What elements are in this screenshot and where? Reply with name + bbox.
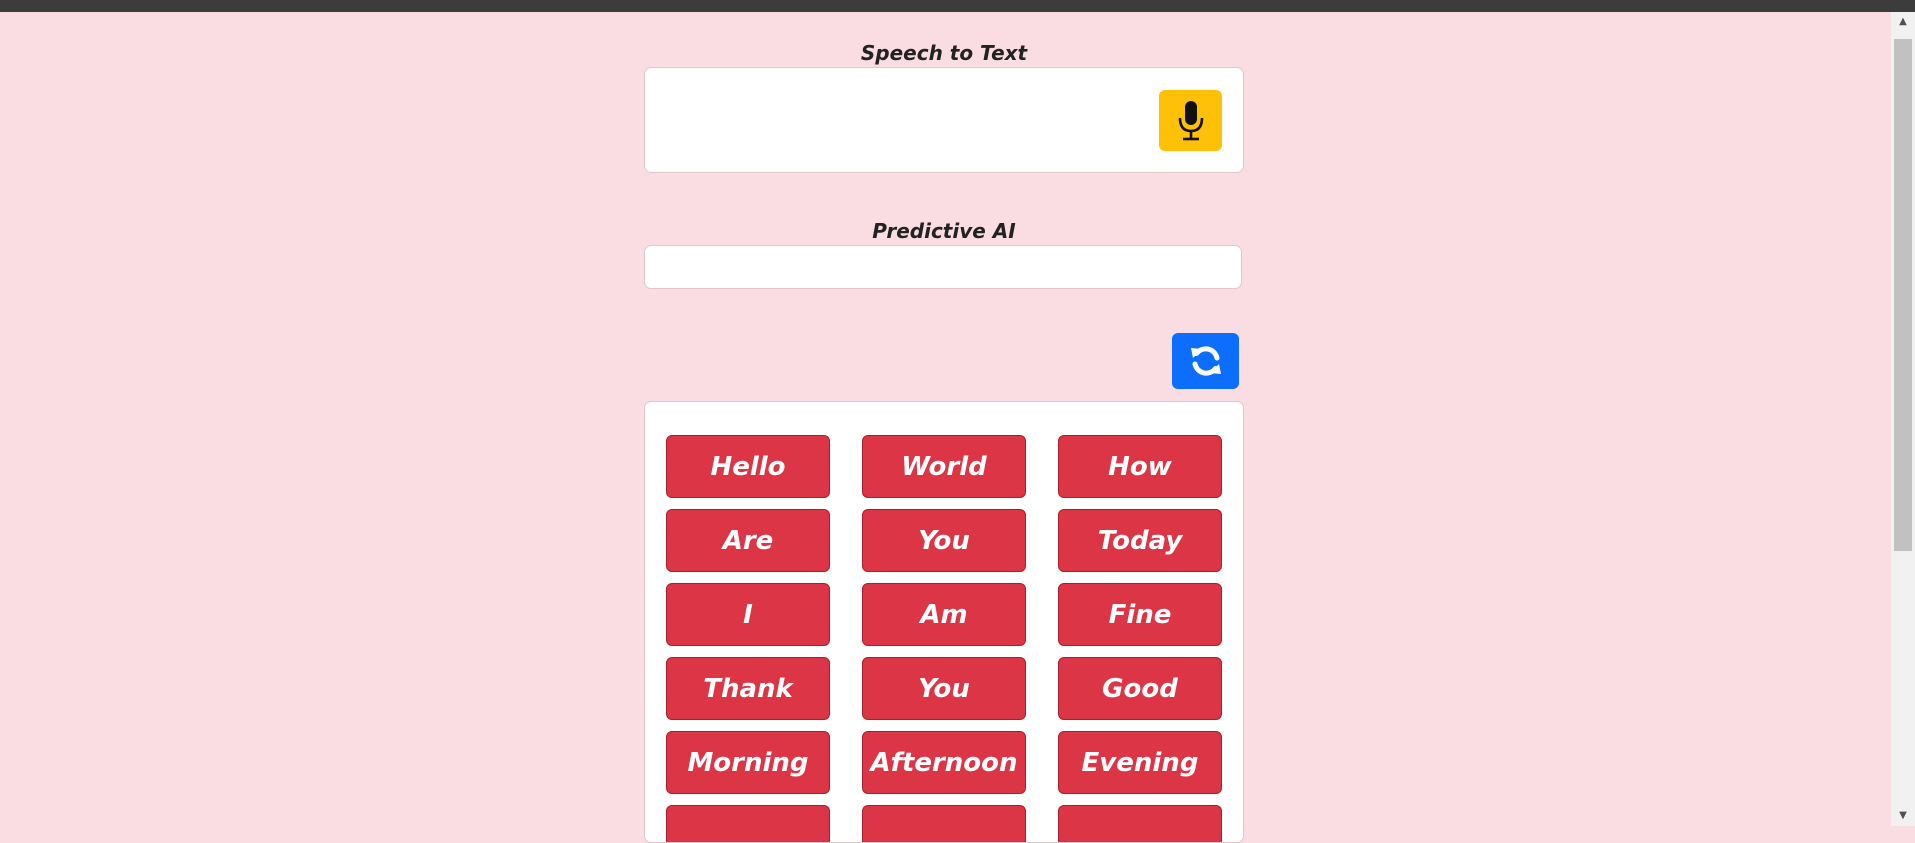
word-button-fine[interactable]: Fine <box>1058 583 1222 646</box>
word-button-evening[interactable]: Evening <box>1058 731 1222 794</box>
word-button-are[interactable]: Are <box>666 509 830 572</box>
scroll-up-arrow-icon[interactable]: ▲ <box>1891 12 1915 32</box>
word-button-how[interactable]: How <box>1058 435 1222 498</box>
microphone-icon <box>1178 100 1203 140</box>
word-button-afternoon[interactable]: Afternoon <box>862 731 1026 794</box>
word-button-good[interactable]: Good <box>1058 657 1222 720</box>
word-button-morning[interactable]: Morning <box>666 731 830 794</box>
scrollbar-thumb[interactable] <box>1894 39 1912 551</box>
microphone-button[interactable] <box>1159 90 1222 151</box>
refresh-icon <box>1190 346 1221 376</box>
word-button-am[interactable]: Am <box>862 583 1026 646</box>
word-button-hello[interactable]: Hello <box>666 435 830 498</box>
word-button-today[interactable]: Today <box>1058 509 1222 572</box>
main-content: Speech to Text Predictive AI Hello World… <box>644 12 1244 843</box>
word-button-partial-1[interactable] <box>666 805 830 842</box>
word-button-partial-2[interactable] <box>862 805 1026 842</box>
word-button-you[interactable]: You <box>862 509 1026 572</box>
speech-to-text-box[interactable] <box>644 67 1244 173</box>
vertical-scrollbar[interactable]: ▲ ▼ <box>1891 12 1915 826</box>
word-button-thank[interactable]: Thank <box>666 657 830 720</box>
browser-top-bar <box>0 0 1915 12</box>
word-button-i[interactable]: I <box>666 583 830 646</box>
refresh-button[interactable] <box>1172 333 1239 389</box>
speech-to-text-label: Speech to Text <box>860 41 1028 65</box>
word-buttons-panel: Hello World How Are You Today I Am Fine … <box>644 401 1244 843</box>
word-button-world[interactable]: World <box>862 435 1026 498</box>
predictive-ai-input[interactable] <box>644 245 1242 289</box>
predictive-ai-label: Predictive AI <box>872 219 1016 243</box>
word-button-partial-3[interactable] <box>1058 805 1222 842</box>
scroll-down-arrow-icon[interactable]: ▼ <box>1891 806 1915 826</box>
word-button-you-2[interactable]: You <box>862 657 1026 720</box>
word-grid: Hello World How Are You Today I Am Fine … <box>666 435 1222 842</box>
refresh-row <box>644 333 1244 393</box>
